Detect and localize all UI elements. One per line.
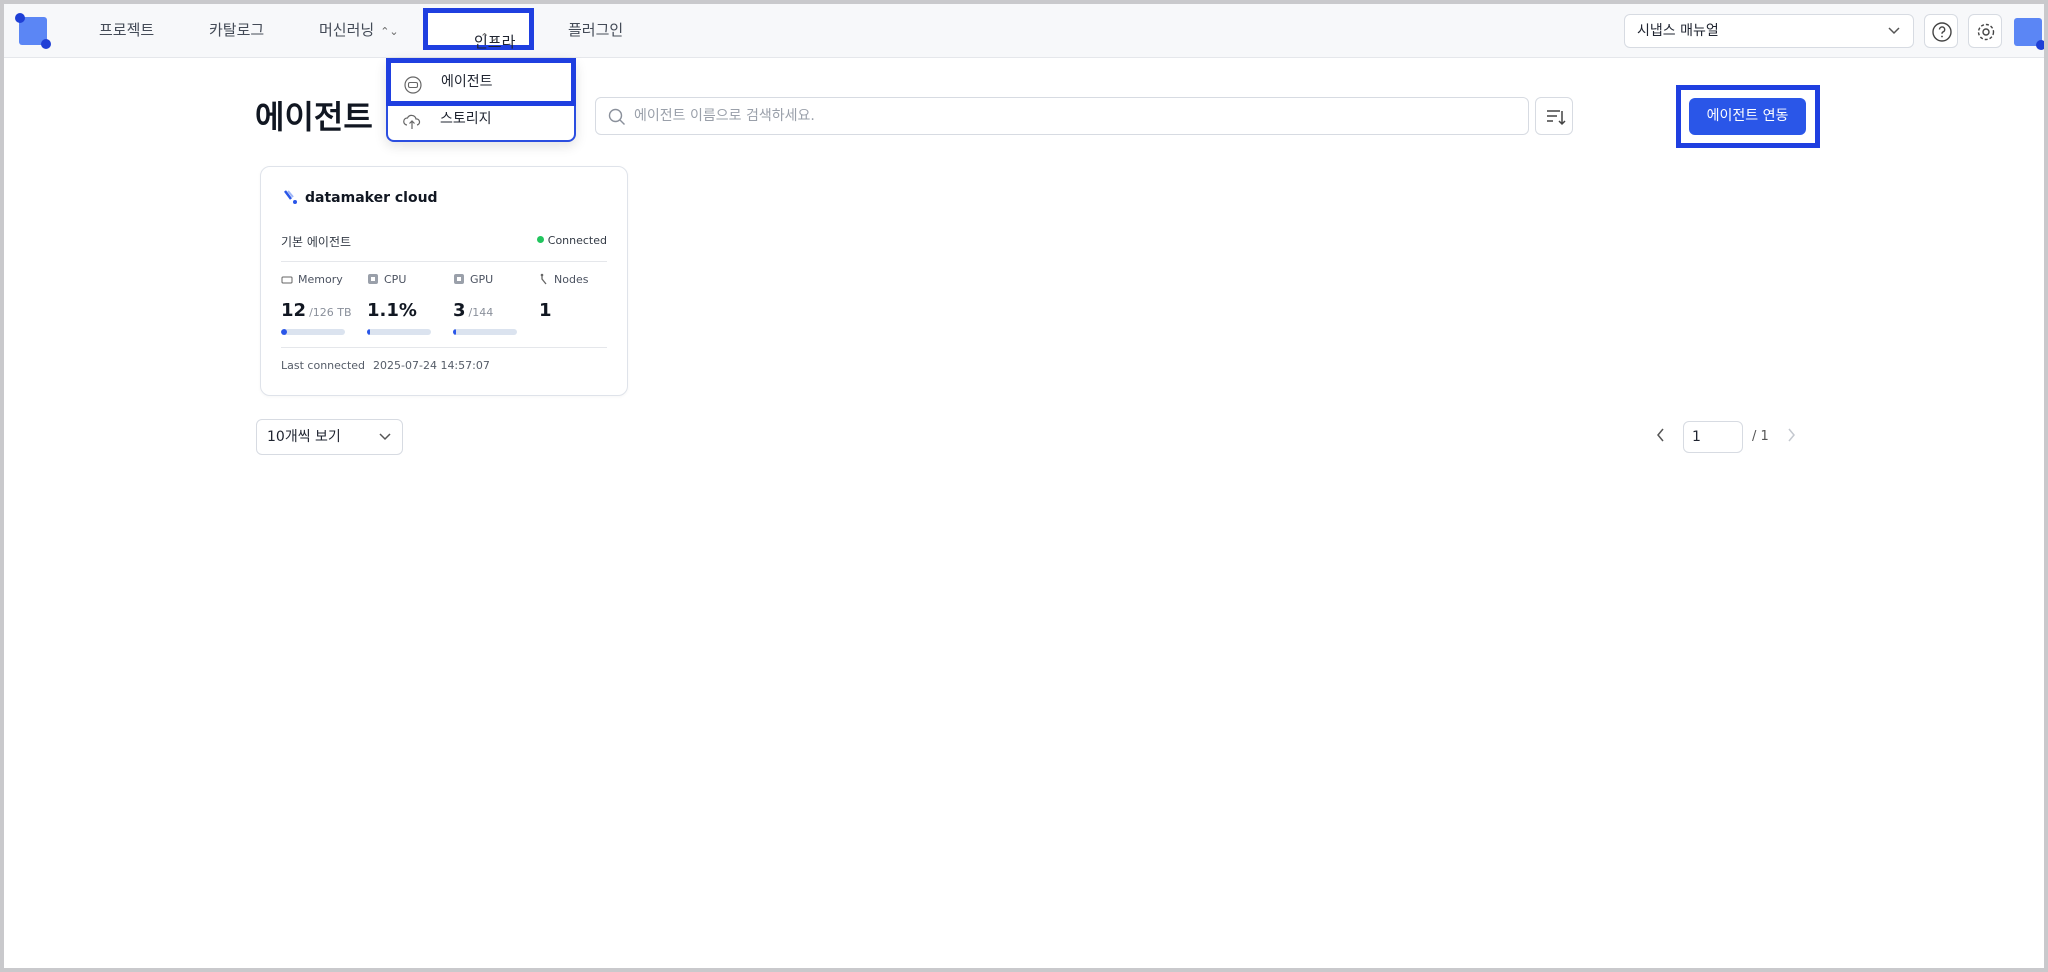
chevron-down-icon <box>1887 15 1901 60</box>
metric-value: 1.1% <box>367 300 417 321</box>
cpu-usage-bar <box>367 329 431 335</box>
metric-cpu: CPU 1.1% <box>367 273 447 335</box>
top-navigation-bar: 프로젝트 카탈로그 머신러닝 ⌃⌄ 인프라 ⌃⌄ 플러그인 시냅스 매뉴얼 <box>4 4 2044 58</box>
cpu-icon <box>367 273 379 288</box>
nav-item-plugins[interactable]: 플러그인 <box>568 18 623 42</box>
metric-value: 12 <box>281 300 307 321</box>
help-button[interactable] <box>1924 14 1958 48</box>
chevron-right-icon <box>1788 428 1795 442</box>
gpu-usage-bar <box>453 329 517 335</box>
page-total: / 1 <box>1752 429 1769 444</box>
menu-item-label: 스토리지 <box>440 111 492 127</box>
metric-label: Memory <box>298 273 343 286</box>
search-field[interactable] <box>595 97 1529 135</box>
chevron-updown-icon: ⌃⌄ <box>380 25 399 38</box>
metric-unit: /126 TB <box>309 306 352 319</box>
metric-nodes: Nodes 1 <box>539 273 619 321</box>
nav-item-projects[interactable]: 프로젝트 <box>99 18 154 42</box>
divider <box>281 347 607 348</box>
datamaker-logo-icon <box>283 189 299 209</box>
manual-select-value: 시냅스 매뉴얼 <box>1637 23 1719 39</box>
page-size-value: 10개씩 보기 <box>267 429 341 445</box>
nav-item-label: 카탈로그 <box>209 21 265 39</box>
usage-fill <box>367 329 370 335</box>
last-connected-value: 2025-07-24 14:57:07 <box>373 359 490 372</box>
nodes-icon <box>539 273 549 288</box>
question-circle-icon <box>1932 22 1952 42</box>
nav-item-label: 머신러닝 <box>319 21 375 39</box>
chevron-updown-icon: ⌃⌄ <box>480 31 499 44</box>
nav-item-catalog[interactable]: 카탈로그 <box>209 18 264 42</box>
prev-page-button[interactable] <box>1654 425 1668 449</box>
sort-button[interactable] <box>1535 97 1573 135</box>
nav-item-label: 프로젝트 <box>99 21 155 39</box>
last-connected: Last connected 2025-07-24 14:57:07 <box>281 359 490 372</box>
metric-memory: Memory 12/126 TB <box>281 273 361 335</box>
menu-item-label: 에이전트 <box>441 74 493 90</box>
memory-usage-bar <box>281 329 345 335</box>
status-dot <box>536 236 544 243</box>
page-size-select[interactable]: 10개씩 보기 <box>256 419 403 455</box>
status-label: Connected <box>547 234 607 247</box>
agent-card-title: datamaker cloud <box>283 189 438 209</box>
agent-icon <box>403 72 423 94</box>
nav-item-label: 플러그인 <box>568 21 624 39</box>
metric-label: CPU <box>384 273 407 286</box>
app-window: 프로젝트 카탈로그 머신러닝 ⌃⌄ 인프라 ⌃⌄ 플러그인 시냅스 매뉴얼 에이… <box>0 0 2048 972</box>
metric-value: 3 <box>453 300 466 321</box>
usage-fill <box>281 329 287 335</box>
connect-agent-button[interactable]: 에이전트 연동 <box>1689 98 1806 135</box>
divider <box>281 261 607 262</box>
gpu-icon <box>453 273 465 288</box>
manual-select[interactable]: 시냅스 매뉴얼 <box>1624 14 1914 48</box>
settings-button[interactable] <box>1968 14 2002 48</box>
agent-card[interactable]: datamaker cloud 기본 에이전트 Connected Memory… <box>260 166 628 396</box>
status-badge: Connected <box>536 234 607 247</box>
agent-name: datamaker cloud <box>305 190 438 206</box>
metric-label: Nodes <box>554 273 589 286</box>
chevron-down-icon <box>378 420 392 468</box>
search-input[interactable] <box>634 98 1514 134</box>
metric-unit: /144 <box>468 306 494 319</box>
chevron-left-icon <box>1657 428 1664 442</box>
sort-icon <box>1547 110 1566 126</box>
metric-label: GPU <box>470 273 494 286</box>
menu-item-agent[interactable]: 에이전트 <box>386 58 576 106</box>
agent-subtitle: 기본 에이전트 <box>281 235 352 249</box>
nav-item-machine-learning[interactable]: 머신러닝 ⌃⌄ <box>319 18 399 42</box>
gear-icon <box>1977 23 1995 41</box>
usage-fill <box>453 329 456 335</box>
cloud-storage-icon <box>402 108 422 129</box>
memory-icon <box>281 275 293 288</box>
metric-value: 1 <box>539 300 552 321</box>
infra-dropdown-menu: 스토리지 에이전트 <box>386 58 576 142</box>
connect-agent-highlight: 에이전트 연동 <box>1676 85 1820 148</box>
page-number-input[interactable]: 1 <box>1683 421 1743 453</box>
user-avatar[interactable] <box>2012 14 2044 50</box>
app-logo[interactable] <box>15 13 51 49</box>
last-connected-label: Last connected <box>281 359 366 372</box>
nav-item-infra[interactable]: 인프라 ⌃⌄ <box>423 8 534 51</box>
search-icon <box>608 108 626 130</box>
metric-gpu: GPU 3/144 <box>453 273 533 335</box>
next-page-button[interactable] <box>1784 425 1798 449</box>
page-title: 에이전트 <box>255 98 373 136</box>
